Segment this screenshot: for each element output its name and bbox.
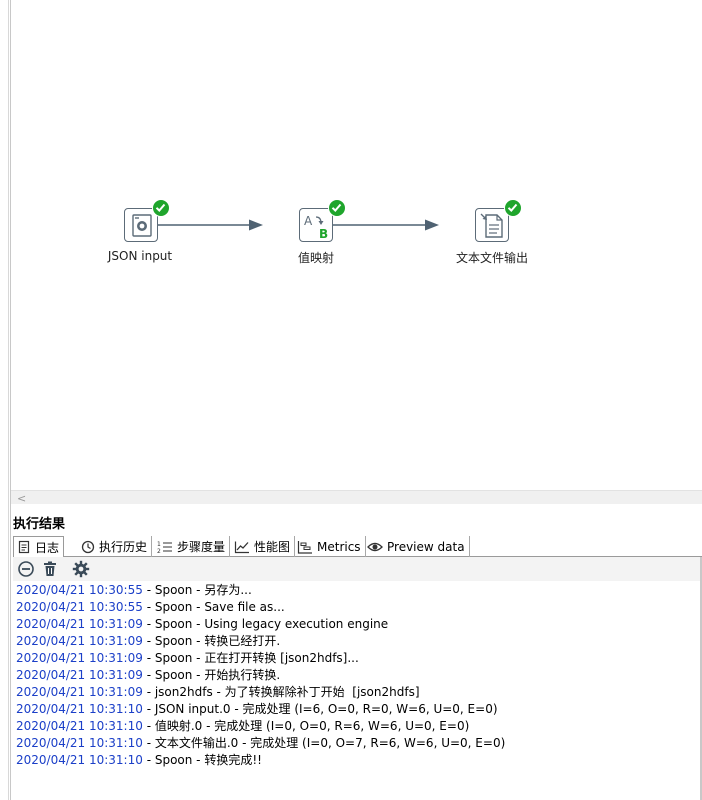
log-timestamp: 2020/04/21 10:30:55 [16, 600, 143, 614]
log-message: - Spoon - 转换已经打开. [142, 634, 281, 648]
canvas-horizontal-scrollbar[interactable]: < [11, 490, 702, 505]
step-label-json-input: JSON input [107, 249, 173, 263]
step-ok-check-icon [152, 199, 170, 217]
tab-metrics-label: Metrics [317, 539, 361, 554]
log-line: 2020/04/21 10:31:10 - JSON input.0 - 完成处… [16, 701, 702, 718]
log-message: - 文本文件输出.0 - 完成处理 (I=0, O=7, R=6, W=6, U… [142, 736, 506, 750]
log-message: - Spoon - 另存为... [142, 583, 252, 597]
clear-log-button[interactable] [41, 560, 59, 578]
log-message: - Spoon - Save file as... [142, 600, 285, 614]
minus-circle-icon [18, 561, 34, 577]
log-message: - Spoon - 开始执行转换. [142, 668, 281, 682]
log-timestamp: 2020/04/21 10:31:09 [16, 685, 143, 699]
log-output[interactable]: 2020/04/21 10:30:55 - Spoon - 另存为... 2020… [16, 582, 702, 769]
log-message: - Spoon - Using legacy execution engine [142, 617, 389, 631]
gear-icon [72, 560, 90, 578]
tab-preview-data[interactable]: Preview data [364, 536, 470, 557]
log-line: 2020/04/21 10:31:09 - Spoon - 正在打开转换 [js… [16, 650, 702, 667]
trash-icon [44, 561, 56, 576]
log-line: 2020/04/21 10:30:55 - Spoon - Save file … [16, 599, 702, 616]
stop-log-button[interactable] [17, 560, 35, 578]
log-line: 2020/04/21 10:31:10 - Spoon - 转换完成!! [16, 752, 702, 769]
svg-text:1: 1 [157, 541, 161, 548]
log-timestamp: 2020/04/21 10:31:10 [16, 736, 143, 750]
log-timestamp: 2020/04/21 10:30:55 [16, 583, 143, 597]
log-toolbar [13, 557, 702, 581]
tab-performance-graph-label: 性能图 [254, 540, 291, 554]
hop-lines [157, 219, 439, 231]
log-timestamp: 2020/04/21 10:31:10 [16, 719, 143, 733]
svg-text:2: 2 [157, 548, 161, 554]
log-icon [18, 540, 30, 554]
tab-log-label: 日志 [35, 540, 60, 555]
left-splitter[interactable] [0, 0, 11, 800]
step-value-mapper[interactable]: A B [299, 208, 333, 242]
log-timestamp: 2020/04/21 10:31:09 [16, 617, 143, 631]
log-timestamp: 2020/04/21 10:31:09 [16, 668, 143, 682]
step-label-value-mapper: 值映射 [297, 251, 334, 265]
log-line: 2020/04/21 10:31:10 - 值映射.0 - 完成处理 (I=0,… [16, 718, 702, 735]
step-metrics-icon: 12 [157, 541, 172, 554]
svg-text:B: B [319, 227, 328, 241]
results-tabbar: 日志 执行历史 12 步骤度量 性能图 Metrics Preview data [13, 536, 702, 558]
transformation-canvas[interactable]: JSON input A B 值映射 文本文件输出 [11, 0, 702, 490]
tab-performance-graph[interactable]: 性能图 [231, 536, 296, 557]
tab-metrics[interactable]: Metrics [294, 536, 366, 557]
hop-arrow-2 [425, 219, 439, 231]
log-settings-button[interactable] [72, 560, 90, 578]
log-timestamp: 2020/04/21 10:31:10 [16, 702, 143, 716]
log-line: 2020/04/21 10:31:09 - json2hdfs - 为了转换解除… [16, 684, 702, 701]
tab-step-metrics-label: 步骤度量 [177, 540, 226, 554]
log-line: 2020/04/21 10:30:55 - Spoon - 另存为... [16, 582, 702, 599]
log-message: - Spoon - 正在打开转换 [json2hdfs]... [142, 651, 359, 665]
log-message: - JSON input.0 - 完成处理 (I=6, O=0, R=0, W=… [142, 702, 498, 716]
log-line: 2020/04/21 10:31:09 - Spoon - Using lega… [16, 616, 702, 633]
log-timestamp: 2020/04/21 10:31:09 [16, 634, 143, 648]
log-message: - 值映射.0 - 完成处理 (I=0, O=0, R=6, W=6, U=0,… [142, 719, 470, 733]
execution-results-title: 执行结果 [13, 517, 66, 532]
log-timestamp: 2020/04/21 10:31:09 [16, 651, 143, 665]
tab-execution-history-label: 执行历史 [99, 540, 148, 554]
log-message: - json2hdfs - 为了转换解除补丁开始 [json2hdfs] [142, 685, 420, 699]
tab-preview-data-label: Preview data [387, 539, 465, 554]
metrics-icon [297, 540, 312, 554]
scroll-left-arrow-icon[interactable]: < [17, 492, 26, 505]
log-line: 2020/04/21 10:31:09 - Spoon - 开始执行转换. [16, 667, 702, 684]
log-line: 2020/04/21 10:31:10 - 文本文件输出.0 - 完成处理 (I… [16, 735, 702, 752]
history-clock-icon [81, 540, 95, 553]
step-ok-check-icon [328, 199, 346, 217]
svg-text:A: A [304, 214, 313, 228]
log-timestamp: 2020/04/21 10:31:10 [16, 753, 143, 767]
step-text-file-output[interactable] [475, 208, 509, 242]
tab-execution-history[interactable]: 执行历史 [78, 536, 153, 557]
performance-graph-icon [234, 541, 249, 553]
hop-arrow-1 [249, 219, 263, 231]
tab-log[interactable]: 日志 [13, 536, 65, 558]
step-label-text-file-output: 文本文件输出 [455, 251, 528, 265]
tab-step-metrics[interactable]: 12 步骤度量 [154, 536, 231, 557]
log-message: - Spoon - 转换完成!! [142, 753, 262, 767]
log-line: 2020/04/21 10:31:09 - Spoon - 转换已经打开. [16, 633, 702, 650]
step-ok-check-icon [504, 199, 522, 217]
preview-eye-icon [367, 542, 383, 551]
